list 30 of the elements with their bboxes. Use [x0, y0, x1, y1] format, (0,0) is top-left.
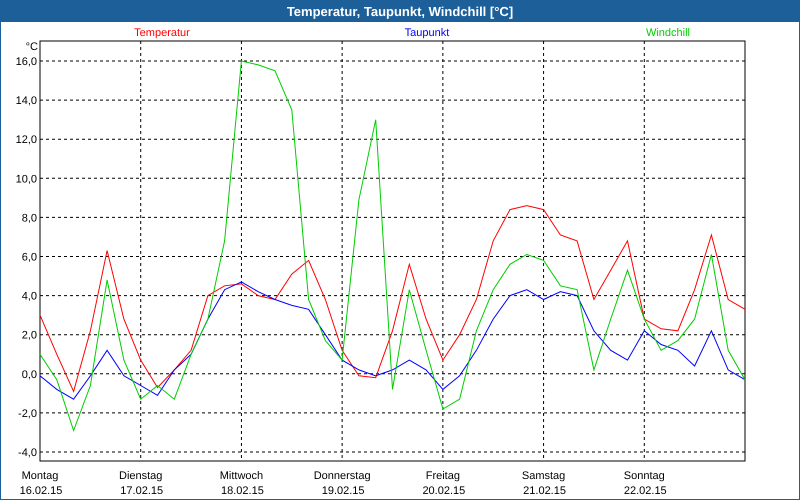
- y-tick-label: 6,0: [22, 252, 37, 264]
- y-tick-label: -2,0: [18, 408, 37, 420]
- legend-label: Temperatur: [134, 27, 190, 39]
- legend-label: Windchill: [646, 27, 690, 39]
- y-tick-label: 4,0: [22, 290, 37, 303]
- date-label: 19.02.15: [322, 485, 365, 497]
- y-tick-label: -4,0: [18, 447, 37, 459]
- day-label: Dienstag: [119, 470, 162, 482]
- date-label: 22.02.15: [624, 485, 667, 497]
- date-label: 16.02.15: [20, 485, 62, 497]
- date-label: 20.02.15: [422, 485, 466, 497]
- day-label: Montag: [22, 470, 58, 482]
- window-title: Temperatur, Taupunkt, Windchill [°C]: [286, 2, 514, 21]
- y-tick-label: 14,0: [16, 95, 37, 108]
- day-label: Mittwoch: [220, 470, 264, 482]
- legend-label: Taupunkt: [404, 27, 450, 39]
- y-tick-label: 16,0: [16, 56, 37, 68]
- date-label: 21.02.15: [523, 485, 566, 497]
- day-label: Samstag: [522, 470, 566, 482]
- y-tick-label: 8,0: [22, 212, 37, 224]
- day-label: Freitag: [426, 470, 460, 482]
- date-label: 18.02.15: [221, 485, 264, 497]
- day-label: Sonntag: [624, 470, 665, 482]
- y-tick-label: 10,0: [16, 173, 37, 186]
- y-tick-label: 2,0: [22, 330, 37, 342]
- y-tick-label: 12,0: [16, 134, 37, 146]
- date-label: 17.02.15: [120, 485, 164, 497]
- y-tick-label: 0,0: [22, 368, 37, 381]
- y-axis-unit: °C: [26, 41, 38, 53]
- day-label: Donnerstag: [314, 470, 371, 482]
